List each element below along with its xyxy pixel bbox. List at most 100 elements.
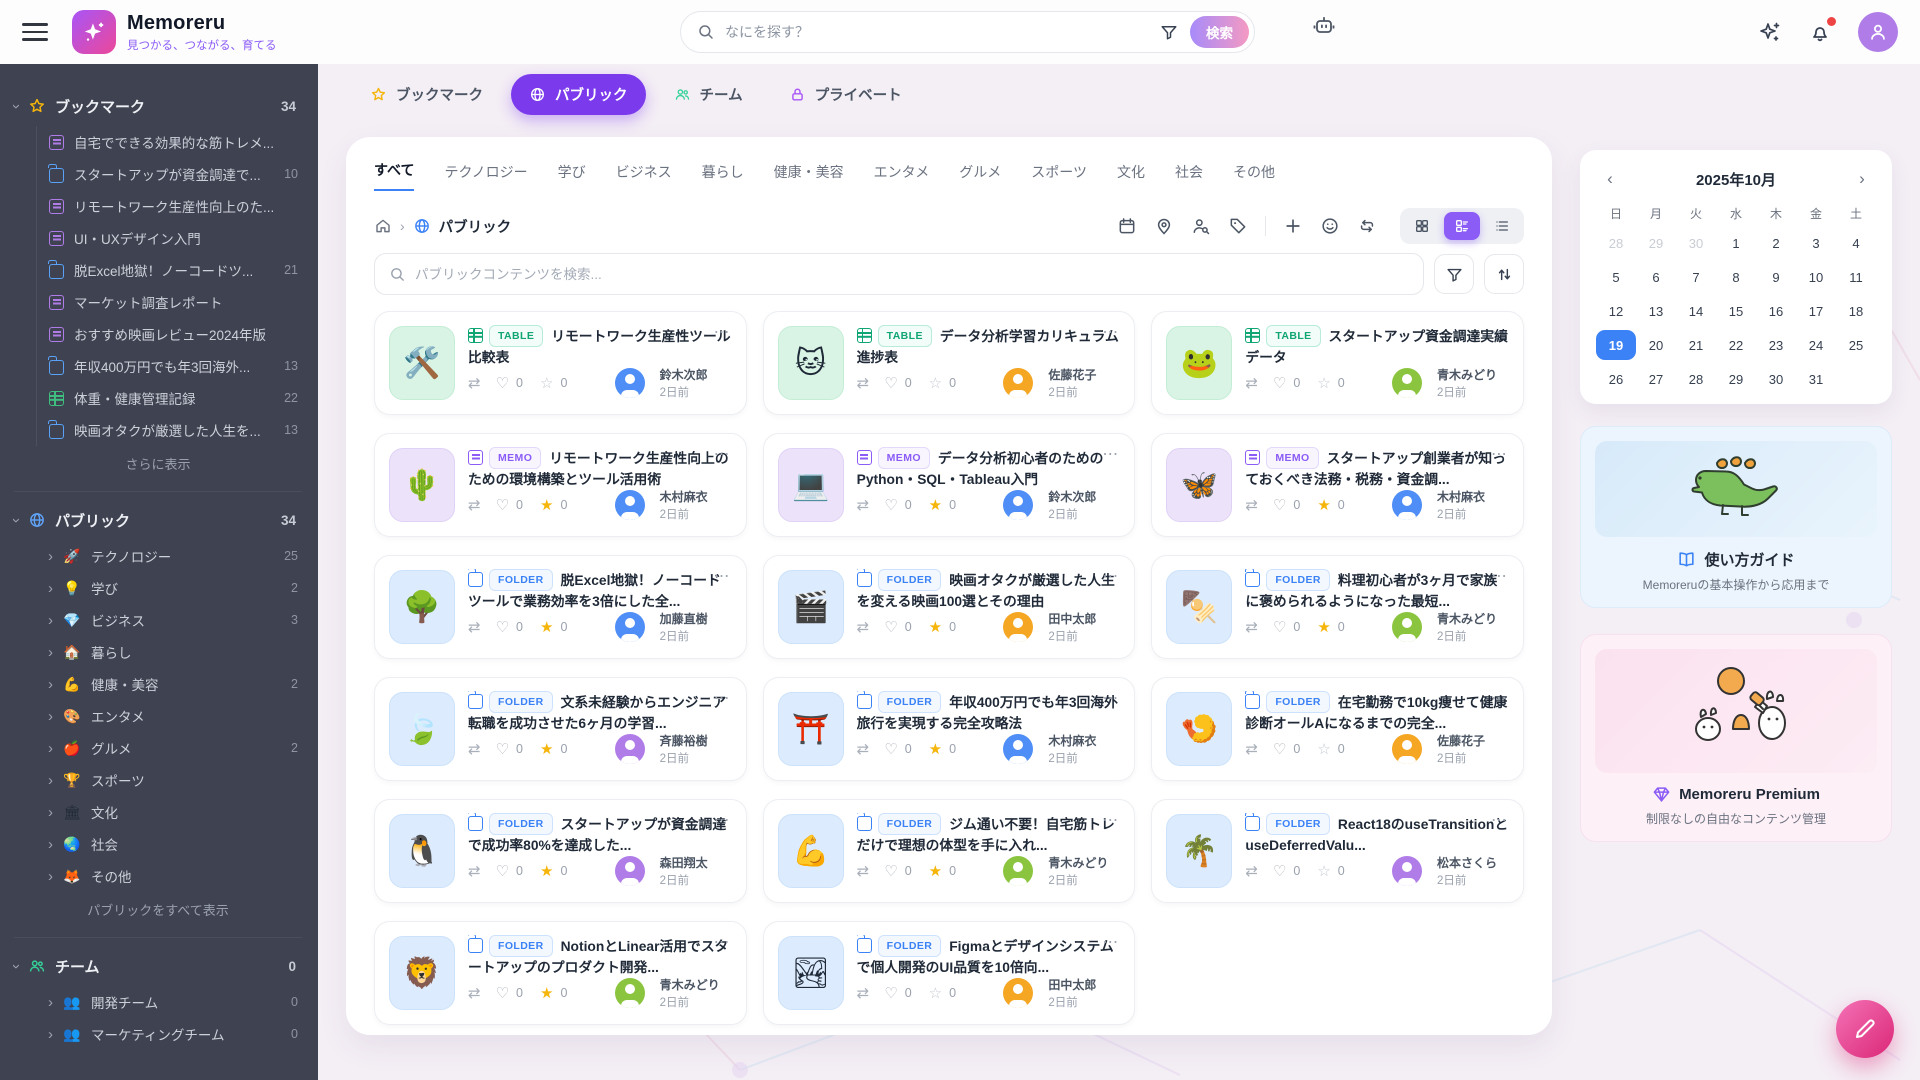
author-avatar[interactable] xyxy=(1003,490,1034,520)
repost-icon[interactable]: ⇄ xyxy=(468,864,481,879)
user-search-icon[interactable] xyxy=(1191,216,1211,236)
content-card[interactable]: 🍃 FOLDER 文系未経験からエンジニア転職を成功させた6ヶ月の学習... ⇄ … xyxy=(374,677,747,781)
map-pin-icon[interactable] xyxy=(1154,216,1174,236)
premium-promo-card[interactable]: Memoreru Premium 制限なしの自由なコンテンツ管理 xyxy=(1580,634,1892,842)
tab-team[interactable]: チーム xyxy=(656,74,761,115)
bookmark-item[interactable]: UI・UXデザイン入門 xyxy=(49,222,302,254)
author-avatar[interactable] xyxy=(614,368,645,398)
calendar-day[interactable]: 30 xyxy=(1756,364,1796,394)
calendar-day[interactable]: 13 xyxy=(1636,296,1676,326)
content-card[interactable]: 🎬 FOLDER 映画オタクが厳選した人生を変える映画100選とその理由 ⇄ ♡ … xyxy=(762,555,1136,659)
sidebar-category-item[interactable]: › 🏠 暮らし xyxy=(48,636,302,668)
card-menu-button[interactable]: ⋯ xyxy=(714,444,732,464)
calendar-day[interactable]: 27 xyxy=(1636,364,1676,394)
calendar-day[interactable]: 25 xyxy=(1836,330,1876,360)
repost-icon[interactable]: ⇄ xyxy=(1245,742,1258,757)
card-menu-button[interactable]: ⋯ xyxy=(714,566,732,586)
star-icon[interactable]: ★ xyxy=(929,620,942,635)
card-menu-button[interactable]: ⋯ xyxy=(1102,322,1120,342)
author-avatar[interactable] xyxy=(614,856,645,886)
star-icon[interactable]: ★ xyxy=(929,742,942,757)
calendar-day[interactable]: 5 xyxy=(1596,262,1636,292)
calendar-day[interactable]: 22 xyxy=(1716,330,1756,360)
content-card[interactable]: 🦁 FOLDER NotionとLinear活用でスタートアップのプロダクト開発.… xyxy=(374,921,747,1025)
bookmarks-section-header[interactable]: › ブックマーク 34 xyxy=(8,90,302,122)
calendar-day[interactable]: 23 xyxy=(1756,330,1796,360)
repost-icon[interactable]: ⇄ xyxy=(468,986,481,1001)
tab-public[interactable]: パブリック xyxy=(511,74,646,115)
card-menu-button[interactable]: ⋯ xyxy=(1491,810,1509,830)
category-tab[interactable]: ビジネス xyxy=(616,162,672,191)
bookmark-item[interactable]: スタートアップが資金調達で... 10 xyxy=(48,158,302,190)
sidebar-category-item[interactable]: › 🦊 その他 xyxy=(48,860,302,892)
author-avatar[interactable] xyxy=(614,612,645,642)
user-avatar[interactable] xyxy=(1858,12,1898,52)
author-avatar[interactable] xyxy=(614,734,645,764)
heart-icon[interactable]: ♡ xyxy=(1273,864,1286,879)
calendar-day[interactable]: 28 xyxy=(1676,364,1716,394)
calendar-day[interactable]: 18 xyxy=(1836,296,1876,326)
calendar-day[interactable] xyxy=(1836,364,1876,394)
content-card[interactable]: 🌳 FOLDER 脱Excel地獄！ノーコードツールで業務効率を3倍にした全...… xyxy=(374,555,747,659)
sidebar-category-item[interactable]: › 💡 学び 2 xyxy=(48,572,302,604)
calendar-day[interactable]: 9 xyxy=(1756,262,1796,292)
public-section-header[interactable]: › パブリック 34 xyxy=(8,504,302,536)
calendar-icon[interactable] xyxy=(1117,216,1137,236)
ai-sparkles-icon[interactable] xyxy=(1758,20,1782,44)
heart-icon[interactable]: ♡ xyxy=(884,498,897,513)
card-menu-button[interactable]: ⋯ xyxy=(1102,932,1120,952)
calendar-day[interactable]: 11 xyxy=(1836,262,1876,292)
category-tab[interactable]: グルメ xyxy=(959,162,1001,191)
category-tab[interactable]: テクノロジー xyxy=(444,162,527,191)
heart-icon[interactable]: ♡ xyxy=(1273,742,1286,757)
calendar-day[interactable]: 12 xyxy=(1596,296,1636,326)
author-avatar[interactable] xyxy=(1391,856,1422,886)
repost-icon[interactable]: ⇄ xyxy=(857,498,870,513)
heart-icon[interactable]: ♡ xyxy=(1273,620,1286,635)
guide-promo-card[interactable]: 使い方ガイド Memoreruの基本操作から応用まで xyxy=(1580,426,1892,608)
add-icon[interactable] xyxy=(1283,216,1303,236)
star-icon[interactable]: ★ xyxy=(540,986,553,1001)
star-icon[interactable]: ☆ xyxy=(540,376,553,391)
author-avatar[interactable] xyxy=(1003,978,1034,1008)
star-icon[interactable]: ★ xyxy=(1317,620,1330,635)
heart-icon[interactable]: ♡ xyxy=(884,864,897,879)
content-card[interactable]: 💻 MEMO データ分析初心者のためのPython・SQL・Tableau入門 ⇄… xyxy=(762,433,1136,537)
star-icon[interactable]: ★ xyxy=(929,864,942,879)
repost-icon[interactable]: ⇄ xyxy=(1245,620,1258,635)
card-menu-button[interactable]: ⋯ xyxy=(1491,566,1509,586)
category-tab[interactable]: エンタメ xyxy=(874,162,930,191)
bookmark-item[interactable]: 映画オタクが厳選した人生を... 13 xyxy=(48,414,302,446)
content-card[interactable]: ⛩️ FOLDER 年収400万円でも年3回海外旅行を実現する完全攻略法 ⇄ ♡ … xyxy=(762,677,1136,781)
calendar-day[interactable]: 29 xyxy=(1636,228,1676,258)
home-icon[interactable] xyxy=(374,217,392,235)
filter-button[interactable] xyxy=(1434,254,1474,294)
calendar-day[interactable]: 28 xyxy=(1596,228,1636,258)
content-card[interactable]: 🌵 MEMO リモートワーク生産性向上のための環境構築とツール活用術 ⇄ ♡ 0 … xyxy=(374,433,747,537)
team-item[interactable]: › 👥 マーケティングチーム 0 xyxy=(48,1018,302,1050)
category-tab[interactable]: 文化 xyxy=(1117,162,1145,191)
author-avatar[interactable] xyxy=(614,490,645,520)
teams-section-header[interactable]: › チーム 0 xyxy=(8,950,302,982)
calendar-day[interactable]: 16 xyxy=(1756,296,1796,326)
calendar-day[interactable]: 6 xyxy=(1636,262,1676,292)
calendar-day[interactable]: 29 xyxy=(1716,364,1756,394)
author-avatar[interactable] xyxy=(1003,734,1034,764)
content-card[interactable]: 🐧 FOLDER スタートアップが資金調達で成功率80%を達成した... ⇄ ♡ … xyxy=(374,799,747,903)
author-avatar[interactable] xyxy=(1391,368,1422,398)
sidebar-category-item[interactable]: › 🎨 エンタメ xyxy=(48,700,302,732)
repost-icon[interactable]: ⇄ xyxy=(857,864,870,879)
emoji-icon[interactable] xyxy=(1320,216,1340,236)
repost-icon[interactable]: ⇄ xyxy=(857,620,870,635)
repost-icon[interactable]: ⇄ xyxy=(1245,376,1258,391)
content-card[interactable]: 💪 FOLDER ジム通い不要！自宅筋トレだけで理想の体型を手に入れ... ⇄ ♡… xyxy=(762,799,1136,903)
app-logo[interactable] xyxy=(72,10,116,54)
star-icon[interactable]: ☆ xyxy=(929,376,942,391)
content-card[interactable]: 🍤 FOLDER 在宅勤務で10kg痩せて健康診断オールAになるまでの完全... … xyxy=(1151,677,1524,781)
sidebar-category-item[interactable]: › 🚀 テクノロジー 25 xyxy=(48,540,302,572)
sidebar-category-item[interactable]: › 🍎 グルメ 2 xyxy=(48,732,302,764)
star-icon[interactable]: ☆ xyxy=(1317,376,1330,391)
bookmark-item[interactable]: 年収400万円でも年3回海外... 13 xyxy=(48,350,302,382)
heart-icon[interactable]: ♡ xyxy=(884,620,897,635)
search-filter-icon[interactable] xyxy=(1160,23,1178,41)
